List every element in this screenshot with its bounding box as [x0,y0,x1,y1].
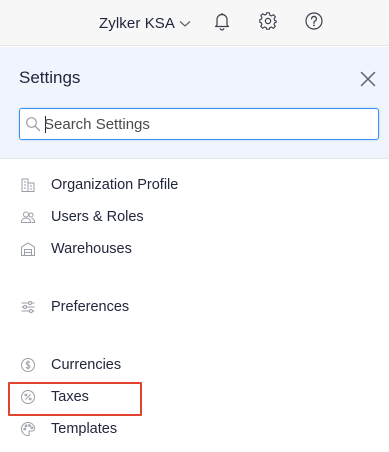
org-switcher[interactable]: Zylker KSA [99,12,191,34]
settings-panel-header: Settings [0,47,389,159]
chevron-down-icon [179,15,191,33]
percent-icon [20,389,36,405]
menu-item-label: Templates [51,421,118,437]
menu-item-label: Organization Profile [51,177,179,193]
menu-item-templates[interactable]: Templates [0,414,389,444]
menu-item-currencies[interactable]: Currencies [0,350,389,380]
menu-item-organization-profile[interactable]: Organization Profile [0,170,389,200]
help-icon[interactable] [303,10,325,32]
org-name: Zylker KSA [99,14,176,32]
menu-item-label: Users & Roles [51,209,144,225]
top-bar: Zylker KSA [0,0,389,46]
menu-item-taxes[interactable]: Taxes [0,382,389,412]
bell-icon[interactable] [211,10,233,32]
menu-item-label: Currencies [51,357,122,373]
menu-item-label: Warehouses [51,241,132,257]
close-icon[interactable] [358,69,378,89]
gear-icon[interactable] [257,10,279,32]
menu-item-users-roles[interactable]: Users & Roles [0,202,389,232]
page-title: Settings [19,68,81,87]
users-icon [20,209,36,225]
search-icon [25,116,41,132]
menu-item-label: Preferences [51,299,130,315]
menu-item-label: Taxes [51,389,89,405]
building-icon [20,177,36,193]
warehouse-icon [20,241,36,257]
palette-icon [20,421,36,437]
menu-item-warehouses[interactable]: Warehouses [0,234,389,264]
sliders-icon [20,299,36,315]
currency-icon [20,357,36,373]
menu-item-preferences[interactable]: Preferences [0,292,389,322]
search-input[interactable] [44,109,374,139]
search-box[interactable] [19,108,379,140]
